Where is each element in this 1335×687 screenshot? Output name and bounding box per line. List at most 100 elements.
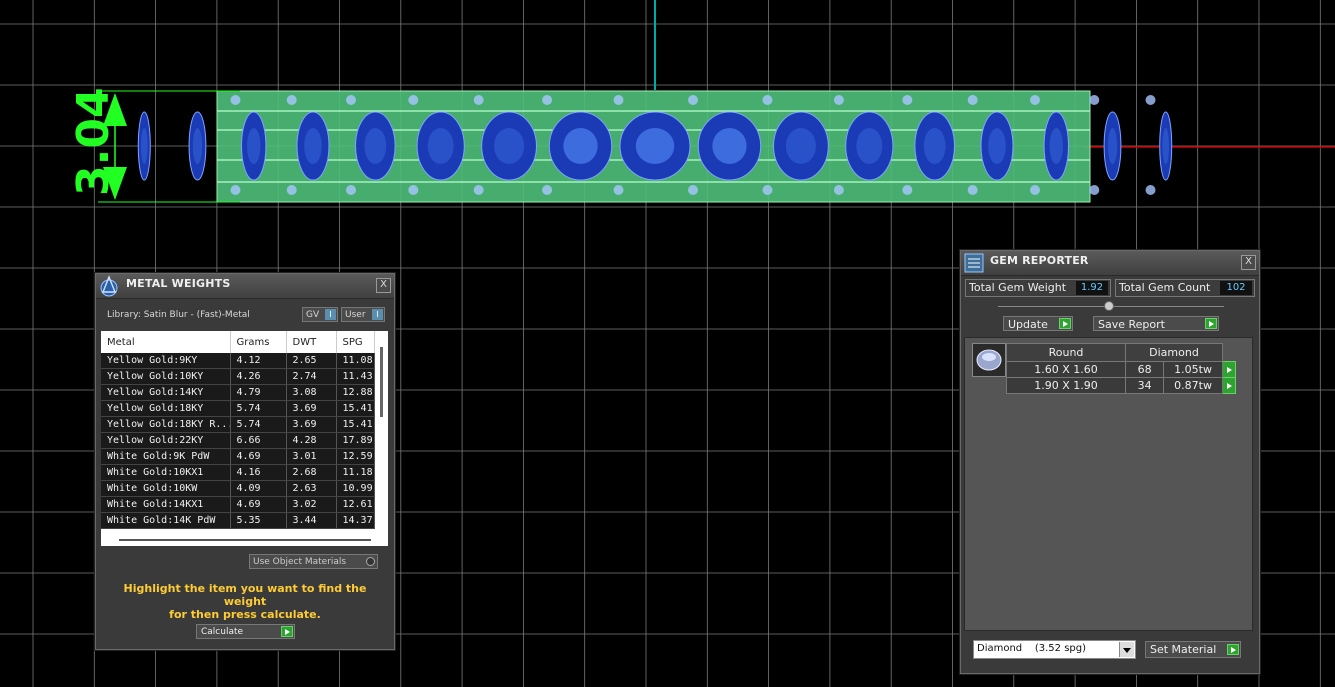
gem-table-facet	[1162, 128, 1170, 164]
set-material-button[interactable]: Set Material	[1145, 641, 1241, 658]
save-report-label: Save Report	[1098, 318, 1165, 331]
gem-row-arrow-button[interactable]	[1222, 377, 1236, 394]
calculate-button[interactable]: Calculate	[196, 624, 295, 639]
prong	[613, 185, 624, 195]
prong	[688, 185, 698, 195]
update-arrow-icon	[1059, 318, 1071, 329]
save-report-button[interactable]: Save Report	[1093, 316, 1219, 331]
prong	[346, 95, 356, 105]
gem-reporter-titlebar[interactable]: GEM REPORTER X	[961, 251, 1259, 276]
metal-table-row[interactable]: Yellow Gold:9KY 4.12 2.65 11.08	[101, 353, 375, 369]
dimension-annotation: 3.04	[68, 87, 240, 203]
metal-cell: White Gold:14K PdW	[101, 512, 231, 529]
hint-line-2: for then press calculate.	[169, 608, 321, 621]
metal-table-row[interactable]: White Gold:9K PdW 4.69 3.01 12.59	[101, 448, 375, 465]
gv-toggle[interactable]: GV I	[302, 307, 338, 322]
play-arrow-icon	[1226, 367, 1232, 373]
dwt-cell: 3.01	[286, 448, 337, 465]
gem-table-facet	[494, 128, 525, 164]
prong	[1030, 95, 1040, 105]
prong	[230, 95, 241, 105]
metal-table-hscrollbar[interactable]	[119, 539, 371, 541]
grams-cell: 4.79	[230, 384, 287, 401]
metal-table-row[interactable]: White Gold:14K PdW 5.35 3.44 14.37	[101, 512, 375, 529]
metal-table-vscrollbar[interactable]	[380, 347, 383, 417]
use-object-materials-toggle[interactable]: Use Object Materials	[249, 554, 378, 569]
metal-weights-close-button[interactable]: X	[376, 278, 391, 293]
metal-table-row[interactable]: Yellow Gold:14KY 4.79 3.08 12.88	[101, 384, 375, 401]
spg-cell: 14.37	[336, 512, 375, 529]
gem-count-cell: 68	[1124, 361, 1165, 378]
prong	[1145, 95, 1156, 105]
metal-cell: Yellow Gold:9KY	[101, 353, 231, 369]
user-indicator-icon: I	[372, 309, 383, 320]
metal-table-row[interactable]: Yellow Gold:18KY R... 5.74 3.69 15.41	[101, 416, 375, 433]
metal-table-row[interactable]: Yellow Gold:22KY 6.66 4.28 17.89	[101, 432, 375, 449]
grams-cell: 4.09	[230, 480, 287, 497]
col-spg[interactable]: SPG	[336, 331, 375, 353]
prong	[762, 185, 773, 195]
metal-table-row[interactable]: White Gold:10KW 4.09 2.63 10.99	[101, 480, 375, 497]
gem-table-facet	[192, 128, 203, 164]
metal-table-row[interactable]: White Gold:10KX1 4.16 2.68 11.18	[101, 464, 375, 481]
metal-cell: Yellow Gold:18KY	[101, 400, 231, 417]
hint-text: Highlight the item you want to find the …	[106, 582, 384, 621]
col-metal[interactable]: Metal	[101, 331, 231, 353]
gem-list-area[interactable]: Round Diamond 1.60 X 1.60 68 1.05tw 1.90 X …	[964, 337, 1253, 631]
metal-cell: White Gold:10KW	[101, 480, 231, 497]
total-gem-count-box: Total Gem Count 102	[1115, 279, 1255, 297]
col-grams[interactable]: Grams	[230, 331, 287, 353]
grams-cell: 5.74	[230, 416, 287, 433]
gem-size-cell: 1.90 X 1.90	[1006, 377, 1126, 394]
metal-table-row[interactable]: Yellow Gold:18KY 5.74 3.69 15.41	[101, 400, 375, 417]
library-label: Library: Satin Blur - (Fast)-Metal	[107, 310, 250, 320]
update-button[interactable]: Update	[1003, 316, 1073, 331]
metal-cell: Yellow Gold:18KY R...	[101, 416, 231, 433]
total-gem-weight-label: Total Gem Weight	[969, 281, 1067, 294]
gem-material-header: Diamond	[1125, 343, 1223, 362]
spg-cell: 11.08	[336, 353, 375, 369]
spg-cell: 17.89	[336, 432, 375, 449]
total-gem-count-label: Total Gem Count	[1119, 281, 1211, 294]
gem-table-facet	[1107, 128, 1118, 164]
dwt-cell: 3.02	[286, 496, 337, 513]
metal-weights-panel: METAL WEIGHTS X Library: Satin Blur - (F…	[95, 273, 395, 650]
splitter-knob-icon[interactable]	[1104, 301, 1114, 311]
chevron-down-icon[interactable]	[1119, 642, 1134, 657]
metal-cell: Yellow Gold:14KY	[101, 384, 231, 401]
prong	[833, 95, 844, 105]
spg-cell: 12.59	[336, 448, 375, 465]
prong	[473, 95, 484, 105]
gem-table: Round Diamond 1.60 X 1.60 68 1.05tw 1.90 X …	[1006, 343, 1236, 394]
metal-cell: White Gold:10KX1	[101, 464, 231, 481]
gem-table-facet	[563, 128, 598, 164]
gem-table-row[interactable]: 1.90 X 1.90 34 0.87tw	[1006, 377, 1236, 394]
gem-size-cell: 1.60 X 1.60	[1006, 361, 1126, 378]
col-dwt[interactable]: DWT	[286, 331, 337, 353]
prong	[967, 185, 978, 195]
gem-table-facet	[427, 128, 454, 164]
spg-cell: 11.18	[336, 464, 375, 481]
dwt-cell: 3.08	[286, 384, 337, 401]
spg-cell: 11.43	[336, 368, 375, 385]
prong	[688, 95, 698, 105]
ring-band-model[interactable]	[137, 90, 1173, 203]
total-gem-weight-box: Total Gem Weight 1.92	[965, 279, 1111, 297]
round-diamond-thumbnail[interactable]	[972, 343, 1006, 377]
gem-reporter-close-button[interactable]: X	[1241, 255, 1256, 270]
metal-table-row[interactable]: White Gold:14KX1 4.69 3.02 12.61	[101, 496, 375, 513]
material-select[interactable]: Diamond (3.52 spg)	[973, 640, 1136, 659]
gem-table-row[interactable]: 1.60 X 1.60 68 1.05tw	[1006, 361, 1236, 378]
round-diamond-icon	[976, 349, 1002, 371]
gem-row-arrow-button[interactable]	[1222, 361, 1236, 378]
grams-cell: 4.12	[230, 353, 287, 369]
metal-weights-titlebar[interactable]: METAL WEIGHTS X	[96, 274, 394, 299]
spg-cell: 12.88	[336, 384, 375, 401]
prong	[346, 185, 356, 195]
metal-table-header: Metal Grams DWT SPG	[101, 331, 375, 353]
metal-table-container[interactable]: Metal Grams DWT SPG Yellow Gold:9KY 4.12 2…	[101, 331, 388, 546]
gem-reporter-title: GEM REPORTER	[990, 254, 1089, 267]
user-toggle[interactable]: User I	[341, 307, 385, 322]
metal-table-row[interactable]: Yellow Gold:10KY 4.26 2.74 11.43	[101, 368, 375, 385]
metal-table: Metal Grams DWT SPG Yellow Gold:9KY 4.12 2…	[101, 331, 375, 529]
